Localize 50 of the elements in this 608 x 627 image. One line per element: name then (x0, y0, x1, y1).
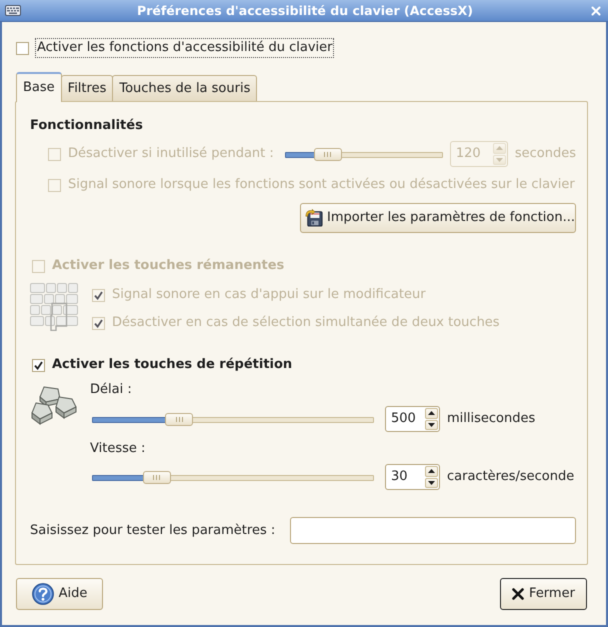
checkbox[interactable] (16, 42, 29, 54)
slider[interactable] (92, 412, 374, 426)
spin-value: 30 (390, 468, 409, 486)
close-button[interactable]: Fermer (500, 578, 587, 610)
tab[interactable]: Base (16, 72, 62, 102)
down-arrow-icon (428, 422, 435, 427)
slider-label: Délai : (90, 382, 132, 398)
checkbox[interactable] (32, 358, 45, 372)
checkbox-label[interactable]: Activer les fonctions d'accessibilité du clavier (35, 38, 334, 58)
tab[interactable]: Touches de la souris (112, 75, 258, 101)
close-icon (512, 588, 524, 600)
unit-label: secondes (514, 145, 576, 164)
slider-thumb[interactable] (314, 148, 342, 160)
spin-up-button[interactable] (425, 466, 438, 476)
check-icon (34, 360, 43, 370)
slider[interactable] (284, 148, 443, 160)
tab[interactable]: Filtres (60, 75, 114, 101)
spin-up-button[interactable] (425, 408, 438, 418)
close-button[interactable] (589, 4, 603, 18)
keyboard-icon (5, 5, 21, 16)
down-arrow-icon (428, 480, 435, 485)
spin-value: 120 (454, 145, 482, 164)
spin-down-button[interactable] (425, 478, 438, 488)
spin-value: 500 (390, 410, 417, 428)
slider-thumb[interactable] (142, 470, 171, 484)
slider[interactable] (92, 470, 374, 484)
spin-field[interactable]: 500 (385, 406, 440, 432)
unit-label: caractères/seconde (447, 468, 574, 486)
field-label: Saisissez pour tester les paramètres : (30, 522, 276, 540)
slider-label: Vitesse : (90, 441, 146, 457)
up-arrow-icon (428, 469, 435, 474)
up-arrow-icon (428, 411, 435, 416)
section-heading: Fonctionnalités (30, 118, 143, 134)
spin-field[interactable]: 30 (385, 464, 440, 490)
checkbox-label[interactable]: Activer les touches de répétition (52, 357, 292, 373)
down-arrow-icon (496, 158, 503, 162)
help-icon (32, 583, 54, 605)
up-arrow-icon (496, 146, 503, 150)
window-title: Préférences d'accessibilité du clavier (AccessX) (136, 2, 474, 18)
unit-label: millisecondes (447, 410, 536, 428)
slider-thumb[interactable] (165, 412, 194, 426)
keyboard-keys-icon (30, 283, 78, 331)
close-icon (591, 6, 601, 16)
import-button[interactable]: Importer les paramètres de fonction... (300, 203, 576, 233)
spin-down-button[interactable] (425, 420, 438, 430)
check-icon (94, 290, 103, 300)
check-icon (94, 318, 103, 328)
keycaps-icon (30, 385, 78, 425)
input-field[interactable] (290, 517, 576, 544)
help-button[interactable]: Aide (16, 578, 103, 610)
